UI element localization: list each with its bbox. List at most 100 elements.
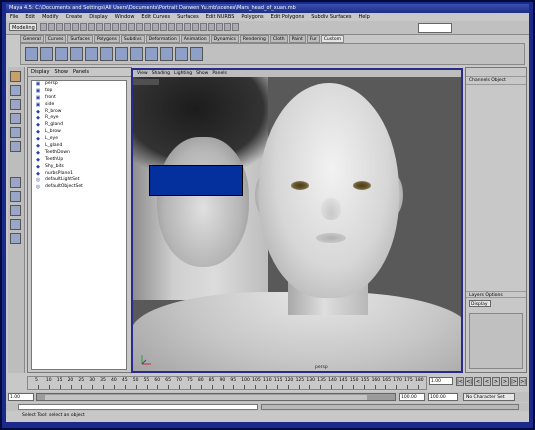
render-mask-icon[interactable] xyxy=(136,23,143,31)
shelf-tool-icon[interactable] xyxy=(130,47,143,61)
outliner-menu-display[interactable]: Display xyxy=(31,69,49,75)
time-slider[interactable]: 5 10 15 20 25 30 35 40 45 50 55 60 65 70 75 80 85 90 95 100… xyxy=(27,376,427,390)
dynamics-mask-icon[interactable] xyxy=(128,23,135,31)
shelf-tool-icon[interactable] xyxy=(40,47,53,61)
shelf-tool-icon[interactable] xyxy=(160,47,173,61)
shelf-tab-animation[interactable]: Animation xyxy=(180,35,210,43)
layout-four-icon[interactable] xyxy=(10,191,21,202)
range-slider-thumb[interactable] xyxy=(45,395,367,400)
ipr-render-icon[interactable] xyxy=(224,23,231,31)
move-tool-icon[interactable] xyxy=(10,99,21,110)
shelf-tool-icon[interactable] xyxy=(25,47,38,61)
playback-button[interactable]: < xyxy=(474,377,482,386)
rotate-tool-icon[interactable] xyxy=(10,113,21,124)
viewport-menu-view[interactable]: View xyxy=(137,71,148,76)
scale-tool-icon[interactable] xyxy=(10,127,21,138)
shelf-tab-cloth[interactable]: Cloth xyxy=(269,35,288,43)
outliner-item[interactable]: ▣ front xyxy=(32,95,126,102)
character-set-dropdown[interactable]: No Character Set xyxy=(463,393,515,401)
layout-hypershade-icon[interactable] xyxy=(10,233,21,244)
outliner-item[interactable]: ▣ top xyxy=(32,88,126,95)
make-live-icon[interactable] xyxy=(200,23,207,31)
shelf-tab-polygons[interactable]: Polygons xyxy=(93,35,120,43)
outliner-menu-show[interactable]: Show xyxy=(54,69,68,75)
playback-button[interactable]: < xyxy=(483,377,491,386)
channel-box-menu-object[interactable]: Object xyxy=(491,78,506,83)
outliner-item[interactable]: ▣ persp xyxy=(32,81,126,88)
shelf-tool-icon[interactable] xyxy=(145,47,158,61)
playback-button[interactable]: |> xyxy=(510,377,518,386)
new-scene-icon[interactable] xyxy=(40,23,47,31)
playback-button[interactable]: > xyxy=(492,377,500,386)
outliner-item[interactable]: ◆ TeethUp xyxy=(32,157,126,164)
shelf-tab-paint[interactable]: Paint xyxy=(288,35,306,43)
render-globals-icon[interactable] xyxy=(232,23,239,31)
joint-mask-icon[interactable] xyxy=(96,23,103,31)
channel-box-menu-channels[interactable]: Channels xyxy=(469,78,490,83)
history-icon[interactable] xyxy=(208,23,215,31)
anim-start-field[interactable]: 1.00 xyxy=(8,393,34,401)
shelf-tab-general[interactable]: General xyxy=(20,35,44,43)
menu-modify[interactable]: Modify xyxy=(42,14,59,20)
viewport-menu-shading[interactable]: Shading xyxy=(152,71,170,76)
menu-subdiv-surfaces[interactable]: Subdiv Surfaces xyxy=(311,14,351,20)
snap-view-plane-icon[interactable] xyxy=(192,23,199,31)
layers-list[interactable] xyxy=(469,313,523,369)
shelf-tab-custom[interactable]: Custom xyxy=(320,35,345,43)
layout-outliner-icon[interactable] xyxy=(10,205,21,216)
shelf-tab-dynamics[interactable]: Dynamics xyxy=(210,35,239,43)
menu-window[interactable]: Window xyxy=(115,14,135,20)
shelf-tool-icon[interactable] xyxy=(85,47,98,61)
menu-display[interactable]: Display xyxy=(89,14,107,20)
shelf-tool-icon[interactable] xyxy=(175,47,188,61)
shelf-tool-icon[interactable] xyxy=(70,47,83,61)
shelf-tool-icon[interactable] xyxy=(55,47,68,61)
shelf-tool-icon[interactable] xyxy=(115,47,128,61)
snap-curve-icon[interactable] xyxy=(176,23,183,31)
playback-button[interactable]: |< xyxy=(456,377,464,386)
menu-edit-curves[interactable]: Edit Curves xyxy=(141,14,170,20)
layers-menu-options[interactable]: Options xyxy=(485,293,502,298)
playback-button[interactable]: <| xyxy=(465,377,473,386)
render-icon[interactable] xyxy=(216,23,223,31)
playback-button[interactable]: > xyxy=(501,377,509,386)
lock-selection-icon[interactable] xyxy=(152,23,159,31)
menu-edit-nurbs[interactable]: Edit NURBS xyxy=(206,14,235,20)
misc-mask-icon[interactable] xyxy=(144,23,151,31)
shelf-tab-curves[interactable]: Curves xyxy=(44,35,67,43)
snap-grid-icon[interactable] xyxy=(168,23,175,31)
save-scene-icon[interactable] xyxy=(56,23,63,31)
outliner-item[interactable]: ▣ side xyxy=(32,102,126,109)
anim-end-field[interactable]: 100.00 xyxy=(428,393,458,401)
menu-edit-polygons[interactable]: Edit Polygons xyxy=(271,14,305,20)
shelf-tool-icon[interactable] xyxy=(100,47,113,61)
name-field[interactable] xyxy=(418,23,452,33)
layers-dropdown[interactable]: Display xyxy=(469,300,491,307)
playback-button[interactable]: >| xyxy=(519,377,527,386)
highlight-selection-icon[interactable] xyxy=(160,23,167,31)
shelf-tab-fur[interactable]: Fur xyxy=(306,35,320,43)
select-tool-icon[interactable] xyxy=(10,71,21,82)
layers-menu-layers[interactable]: Layers xyxy=(469,293,484,298)
layout-graph-icon[interactable] xyxy=(10,219,21,230)
menu-help[interactable]: Help xyxy=(358,14,369,20)
shelf-tab-deformation[interactable]: Deformation xyxy=(145,35,180,43)
perspective-viewport[interactable]: View Shading Lighting Show Panels persp xyxy=(131,68,463,373)
outliner-item[interactable]: ◎ defaultObjectSet xyxy=(32,184,126,191)
viewport-menu-panels[interactable]: Panels xyxy=(212,71,226,76)
outliner-item[interactable]: ◆ L_gland xyxy=(32,143,126,150)
menu-edit[interactable]: Edit xyxy=(25,14,35,20)
mode-dropdown[interactable]: Modeling xyxy=(9,23,37,31)
open-scene-icon[interactable] xyxy=(48,23,55,31)
lasso-tool-icon[interactable] xyxy=(10,85,21,96)
outliner-list[interactable]: ▣ persp ▣ top ▣ front ▣ side ◆ R_brow ◆ R_eye ◆ R_gla… xyxy=(31,80,127,370)
outliner-item[interactable]: ◆ TeethDown xyxy=(32,150,126,157)
mel-input[interactable] xyxy=(18,404,258,410)
range-slider[interactable] xyxy=(36,393,396,401)
deform-mask-icon[interactable] xyxy=(120,23,127,31)
layout-single-icon[interactable] xyxy=(10,177,21,188)
select-hierarchy-icon[interactable] xyxy=(64,23,71,31)
viewport-menu-lighting[interactable]: Lighting xyxy=(174,71,192,76)
manipulator-tool-icon[interactable] xyxy=(10,141,21,152)
menu-polygons[interactable]: Polygons xyxy=(241,14,263,20)
